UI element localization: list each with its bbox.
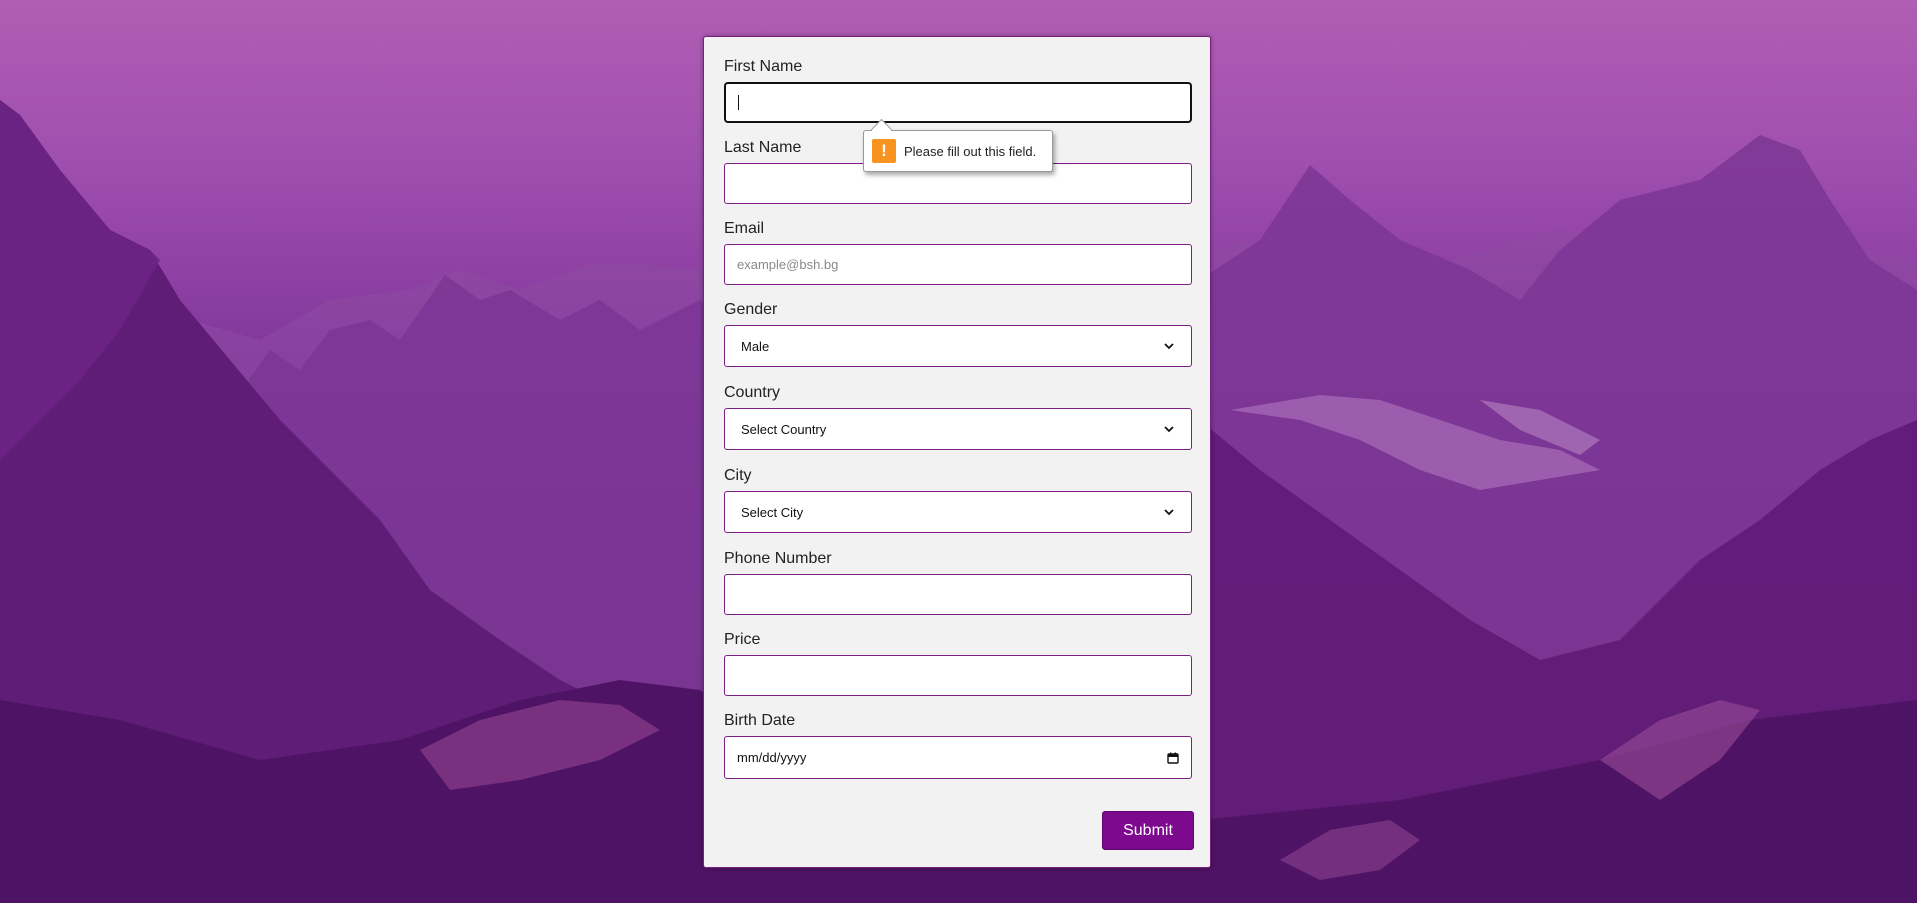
phone-label: Phone Number (724, 550, 832, 567)
phone-input[interactable] (724, 574, 1192, 615)
submit-button[interactable]: Submit (1102, 811, 1194, 850)
birth-date-label: Birth Date (724, 712, 796, 729)
price-input[interactable] (724, 655, 1192, 696)
email-placeholder: example@bsh.bg (737, 257, 839, 272)
country-select[interactable]: Select Country (724, 408, 1192, 450)
birth-date-input[interactable]: mm/dd/yyyy (724, 736, 1192, 779)
price-label: Price (724, 631, 761, 648)
email-input[interactable]: example@bsh.bg (724, 244, 1192, 285)
gender-select[interactable]: Male (724, 325, 1192, 367)
chevron-down-icon (1163, 506, 1175, 518)
email-label: Email (724, 220, 765, 237)
city-select[interactable]: Select City (724, 491, 1192, 533)
validation-message: Please fill out this field. (904, 143, 1037, 159)
city-label: City (724, 467, 752, 484)
warning-icon: ! (872, 139, 896, 163)
chevron-down-icon (1163, 423, 1175, 435)
text-caret (738, 95, 739, 110)
first-name-input[interactable] (724, 82, 1192, 123)
last-name-label: Last Name (724, 139, 802, 156)
city-selected-value: Select City (741, 504, 804, 520)
country-label: Country (724, 384, 781, 401)
validation-tooltip: ! Please fill out this field. (863, 118, 1053, 172)
chevron-down-icon (1163, 340, 1175, 352)
gender-selected-value: Male (741, 338, 770, 354)
calendar-icon[interactable] (1167, 752, 1179, 764)
first-name-label: First Name (724, 58, 803, 75)
gender-label: Gender (724, 301, 778, 318)
birth-date-placeholder: mm/dd/yyyy (737, 750, 807, 765)
country-selected-value: Select Country (741, 421, 827, 437)
